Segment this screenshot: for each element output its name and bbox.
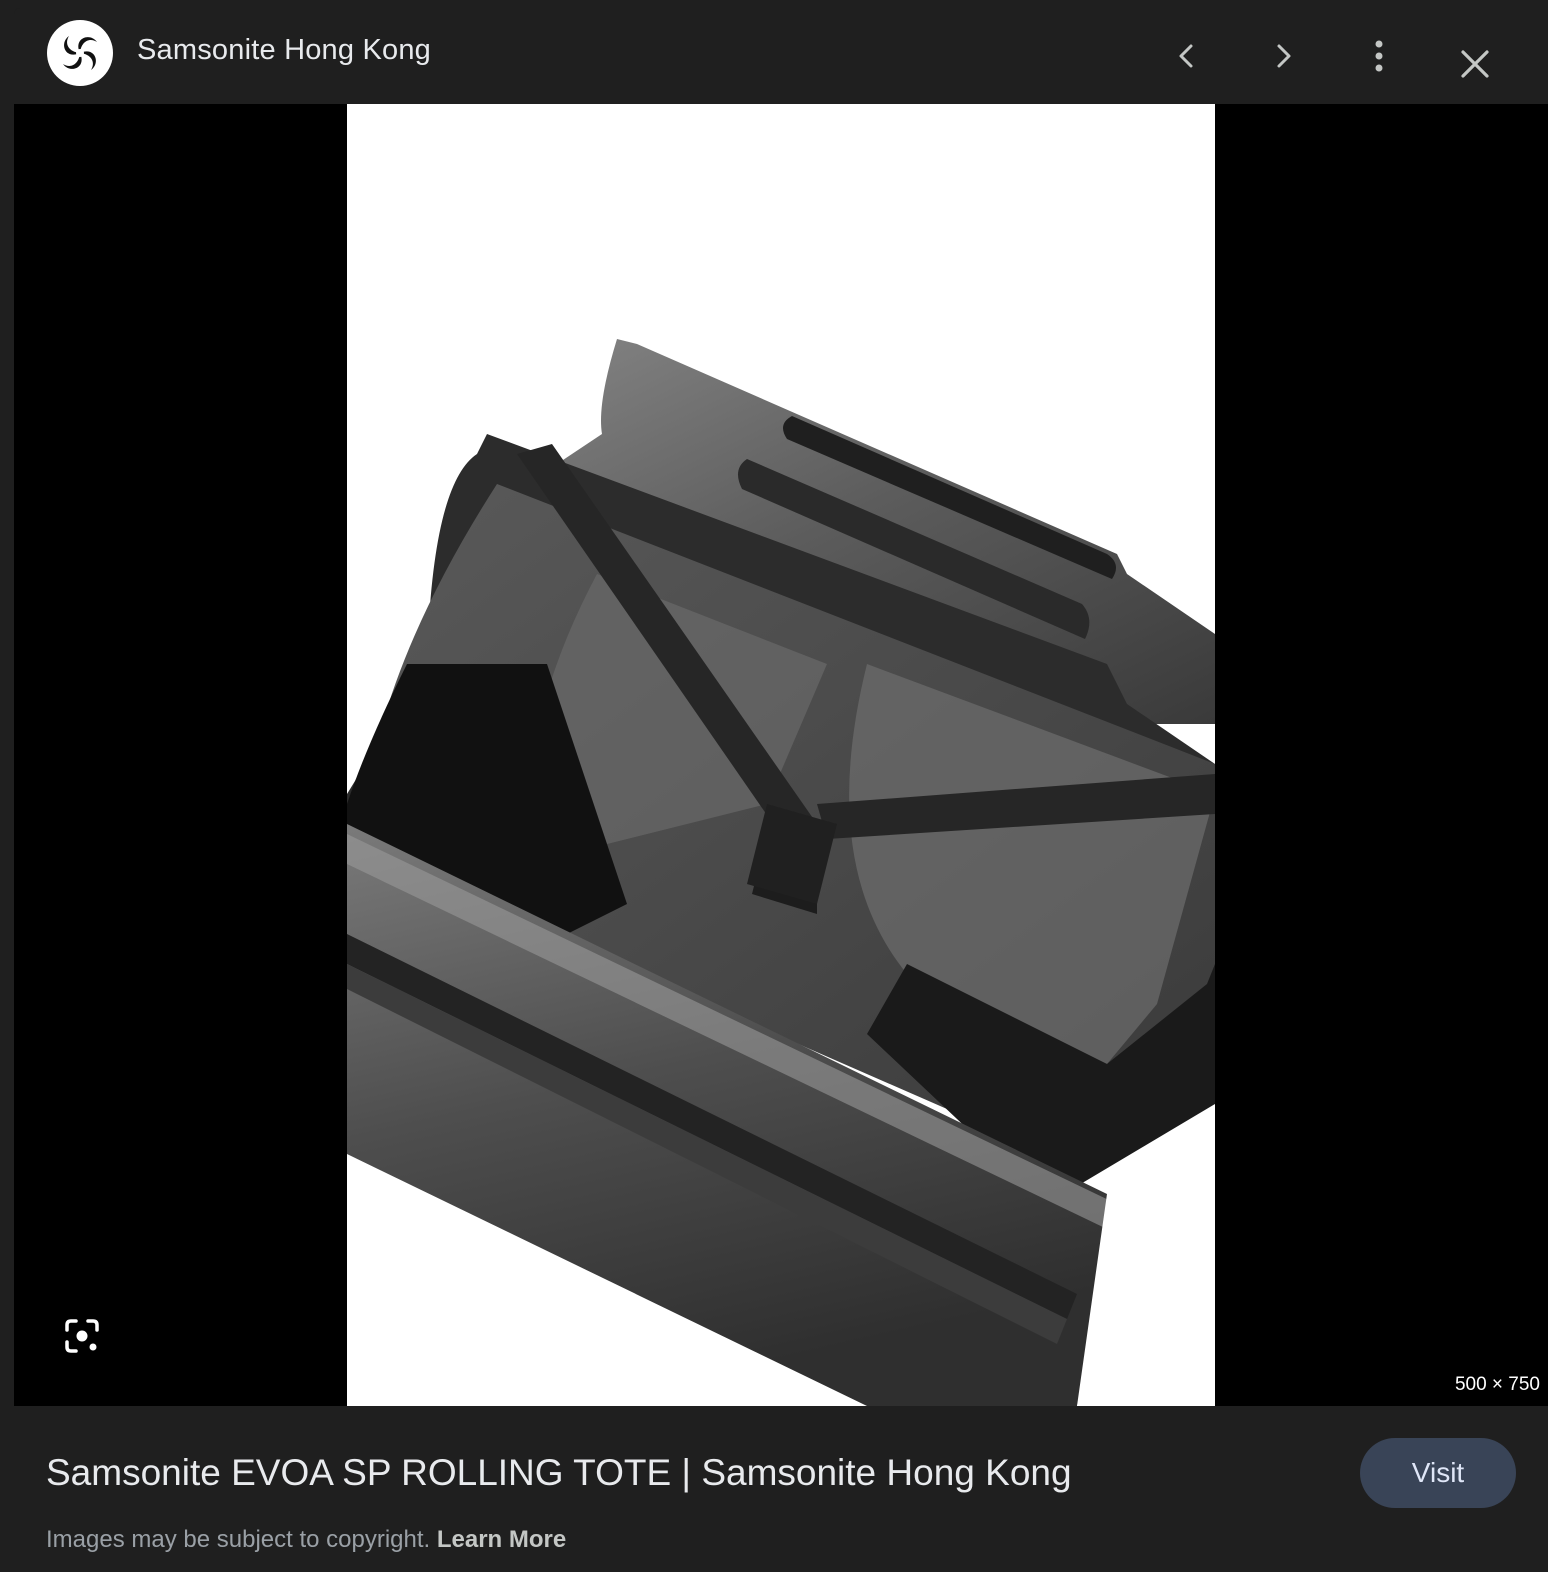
learn-more-link[interactable]: Learn More bbox=[437, 1526, 566, 1553]
site-name[interactable]: Samsonite Hong Kong bbox=[137, 34, 431, 67]
visit-button[interactable]: Visit bbox=[1360, 1438, 1516, 1508]
more-vertical-icon bbox=[1375, 40, 1383, 72]
previous-button[interactable] bbox=[1159, 28, 1215, 84]
copyright-notice: Images may be subject to copyright. Lear… bbox=[46, 1526, 566, 1554]
preview-image[interactable] bbox=[347, 104, 1215, 1406]
copyright-text: Images may be subject to copyright. bbox=[46, 1526, 431, 1553]
more-options-button[interactable] bbox=[1351, 28, 1407, 84]
image-preview-panel: Samsonite Hong Kong 500 × 750 Samsonite … bbox=[14, 8, 1548, 1572]
google-lens-button[interactable] bbox=[58, 1312, 106, 1360]
samsonite-logo[interactable] bbox=[47, 20, 113, 86]
next-button[interactable] bbox=[1255, 28, 1311, 84]
image-viewer: 500 × 750 bbox=[14, 104, 1548, 1406]
google-lens-icon bbox=[65, 1319, 99, 1353]
preview-header: Samsonite Hong Kong bbox=[14, 8, 1548, 104]
page-title[interactable]: Samsonite EVOA SP ROLLING TOTE | Samsoni… bbox=[46, 1452, 1072, 1494]
preview-footer: Samsonite EVOA SP ROLLING TOTE | Samsoni… bbox=[14, 1406, 1548, 1572]
image-dimensions: 500 × 750 bbox=[1454, 1374, 1540, 1395]
chevron-right-icon bbox=[1277, 44, 1291, 68]
close-button[interactable] bbox=[1447, 36, 1503, 92]
suitcase-photo bbox=[347, 104, 1215, 1406]
chevron-left-icon bbox=[1179, 44, 1193, 68]
samsonite-swirl-icon bbox=[56, 29, 104, 77]
close-icon bbox=[1461, 50, 1489, 78]
